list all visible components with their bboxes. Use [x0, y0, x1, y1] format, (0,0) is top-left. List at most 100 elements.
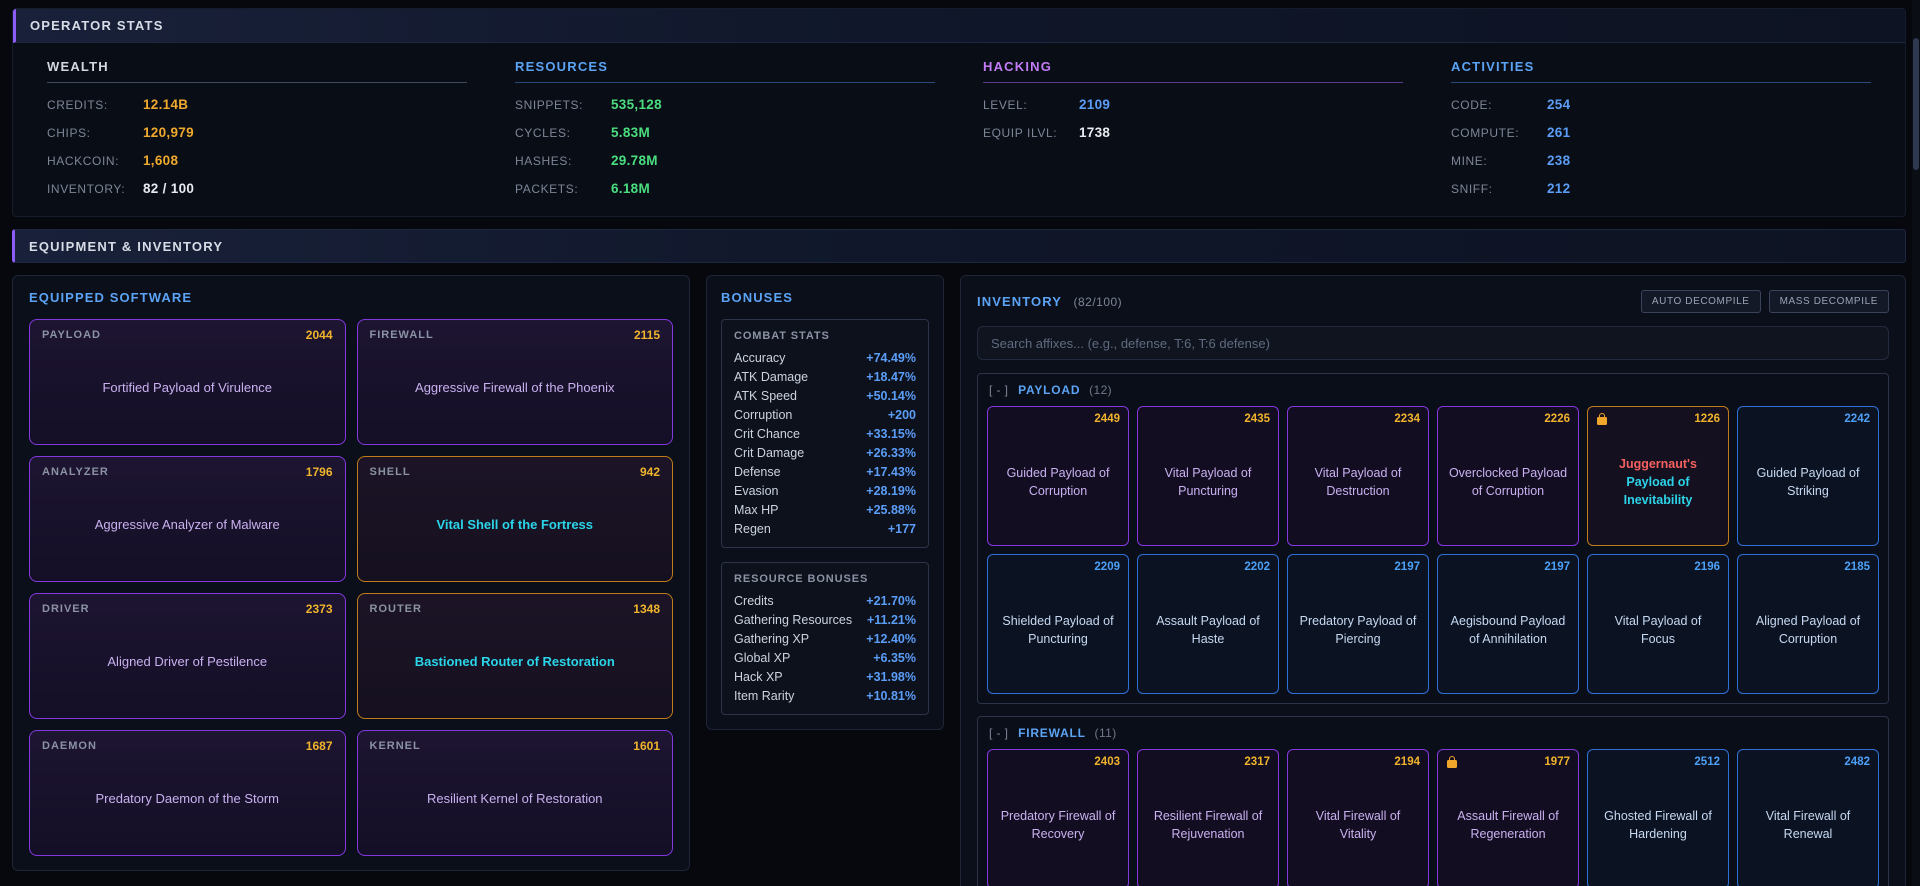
operator-stats-header: OPERATOR STATS	[13, 9, 1905, 43]
inventory-item-card[interactable]: 2185 Aligned Payload of Corruption	[1737, 554, 1879, 694]
bonus-label: Gathering XP	[734, 632, 809, 646]
stat-label: SNIPPETS:	[515, 98, 611, 112]
inventory-buttons: AUTO DECOMPILE MASS DECOMPILE	[1633, 290, 1889, 313]
equip-card-ilvl: 1687	[306, 739, 333, 753]
stat-row: CREDITS: 12.14B	[47, 97, 467, 112]
inventory-item-card[interactable]: 2317 Resilient Firewall of Rejuvenation	[1137, 749, 1279, 886]
bonus-label: Credits	[734, 594, 774, 608]
inventory-item-card[interactable]: 2197 Aegisbound Payload of Annihilation	[1437, 554, 1579, 694]
inventory-item-card[interactable]: 2197 Predatory Payload of Piercing	[1287, 554, 1429, 694]
stat-label: LEVEL:	[983, 98, 1079, 112]
bonus-value: +11.21%	[867, 613, 916, 627]
inv-card-ilvl: 2196	[1694, 561, 1720, 573]
inv-card-ilvl: 2202	[1244, 561, 1270, 573]
bonus-row: Evasion +28.19%	[734, 484, 916, 498]
equipped-card-analyzer[interactable]: ANALYZER 1796 Aggressive Analyzer of Mal…	[29, 456, 346, 582]
equip-slot-label: ANALYZER	[42, 466, 109, 478]
page-scrollbar-thumb[interactable]	[1913, 38, 1919, 170]
inventory-item-card[interactable]: 1977 Assault Firewall of Regeneration	[1437, 749, 1579, 886]
bonus-label: Evasion	[734, 484, 778, 498]
bonus-value: +31.98%	[866, 670, 916, 684]
stat-label: MINE:	[1451, 154, 1547, 168]
bonus-row: Item Rarity +10.81%	[734, 689, 916, 703]
stat-value: 1,608	[143, 153, 178, 168]
bonus-value: +177	[888, 522, 916, 536]
bonus-value: +18.47%	[866, 370, 916, 384]
stat-value: 6.18M	[611, 181, 650, 196]
stat-row: SNIPPETS: 535,128	[515, 97, 935, 112]
affix-search-input[interactable]	[977, 326, 1889, 360]
bonus-label: Defense	[734, 465, 781, 479]
inventory-item-card[interactable]: 2196 Vital Payload of Focus	[1587, 554, 1729, 694]
bonus-row: Regen +177	[734, 522, 916, 536]
bonus-row: Crit Chance +33.15%	[734, 427, 916, 441]
bonus-row: Credits +21.70%	[734, 594, 916, 608]
stat-value: 120,979	[143, 125, 194, 140]
inventory-item-card[interactable]: 2194 Vital Firewall of Vitality	[1287, 749, 1429, 886]
equipped-card-payload[interactable]: PAYLOAD 2044 Fortified Payload of Virule…	[29, 319, 346, 445]
equipped-card-router[interactable]: ROUTER 1348 Bastioned Router of Restorat…	[357, 593, 674, 719]
stat-rows: LEVEL: 2109 EQUIP ILVL: 1738	[983, 97, 1403, 140]
stat-rows: CODE: 254 COMPUTE: 261 MINE: 238 SNIFF: …	[1451, 97, 1871, 196]
inv-card-ilvl: 2482	[1844, 756, 1870, 768]
inv-card-ilvl: 2209	[1094, 561, 1120, 573]
group-collapse-toggle[interactable]: [ - ]	[989, 383, 1008, 397]
inventory-group-payload: [ - ] PAYLOAD (12) 2449 Guided Payload o…	[977, 373, 1889, 704]
stat-rows: CREDITS: 12.14B CHIPS: 120,979 HACKCOIN:…	[47, 97, 467, 196]
stat-row: HACKCOIN: 1,608	[47, 153, 467, 168]
group-collapse-toggle[interactable]: [ - ]	[989, 726, 1008, 740]
equipped-card-driver[interactable]: DRIVER 2373 Aligned Driver of Pestilence	[29, 593, 346, 719]
inv-card-ilvl: 1977	[1544, 756, 1570, 768]
mass-decompile-button[interactable]: MASS DECOMPILE	[1769, 290, 1889, 313]
equip-slot-label: DRIVER	[42, 603, 90, 615]
equipped-card-daemon[interactable]: DAEMON 1687 Predatory Daemon of the Stor…	[29, 730, 346, 856]
stat-row: CYCLES: 5.83M	[515, 125, 935, 140]
inventory-item-card[interactable]: 1226 Juggernaut'sPayload of Inevitabilit…	[1587, 406, 1729, 546]
inv-card-ilvl: 2512	[1694, 756, 1720, 768]
stat-label: SNIFF:	[1451, 182, 1547, 196]
inventory-item-card[interactable]: 2403 Predatory Firewall of Recovery	[987, 749, 1129, 886]
bonus-value: +28.19%	[866, 484, 916, 498]
inventory-item-card[interactable]: 2226 Overclocked Payload of Corruption	[1437, 406, 1579, 546]
group-grid: 2403 Predatory Firewall of Recovery 2317…	[987, 749, 1879, 886]
inv-card-ilvl: 2242	[1844, 413, 1870, 425]
inventory-groups: [ - ] PAYLOAD (12) 2449 Guided Payload o…	[977, 373, 1889, 886]
inventory-item-card[interactable]: 2449 Guided Payload of Corruption	[987, 406, 1129, 546]
bonus-label: Hack XP	[734, 670, 783, 684]
equipped-software-title: EQUIPPED SOFTWARE	[29, 290, 673, 305]
equipment-inventory-title: EQUIPMENT & INVENTORY	[29, 239, 223, 254]
equip-card-name: Aggressive Analyzer of Malware	[95, 516, 280, 535]
inventory-item-card[interactable]: 2234 Vital Payload of Destruction	[1287, 406, 1429, 546]
equip-slot-label: FIREWALL	[370, 329, 434, 341]
equip-card-name: Aggressive Firewall of the Phoenix	[415, 379, 614, 398]
bonus-row: Defense +17.43%	[734, 465, 916, 479]
equipped-card-kernel[interactable]: KERNEL 1601 Resilient Kernel of Restorat…	[357, 730, 674, 856]
inventory-item-card[interactable]: 2435 Vital Payload of Puncturing	[1137, 406, 1279, 546]
inv-card-ilvl: 1226	[1694, 413, 1720, 425]
stat-value: 2109	[1079, 97, 1110, 112]
inv-card-name: Predatory Payload of Piercing	[1297, 612, 1419, 648]
equip-slot-label: ROUTER	[370, 603, 422, 615]
equipped-card-shell[interactable]: SHELL 942 Vital Shell of the Fortress	[357, 456, 674, 582]
inv-card-name: Vital Firewall of Renewal	[1747, 807, 1869, 843]
auto-decompile-button[interactable]: AUTO DECOMPILE	[1641, 290, 1761, 313]
inventory-item-card[interactable]: 2242 Guided Payload of Striking	[1737, 406, 1879, 546]
equip-card-name: Aligned Driver of Pestilence	[107, 653, 267, 672]
stat-value: 254	[1547, 97, 1570, 112]
inventory-item-card[interactable]: 2209 Shielded Payload of Puncturing	[987, 554, 1129, 694]
bonus-boxes: COMBAT STATS Accuracy +74.49% ATK Damage…	[721, 319, 929, 715]
inv-card-name: Assault Firewall of Regeneration	[1447, 807, 1569, 843]
stat-rows: SNIPPETS: 535,128 CYCLES: 5.83M HASHES: …	[515, 97, 935, 196]
bonus-row: Crit Damage +26.33%	[734, 446, 916, 460]
bonus-value: +6.35%	[873, 651, 916, 665]
stat-label: CREDITS:	[47, 98, 143, 112]
inventory-item-card[interactable]: 2482 Vital Firewall of Renewal	[1737, 749, 1879, 886]
stat-value: 535,128	[611, 97, 662, 112]
stat-value: 29.78M	[611, 153, 658, 168]
page-scrollbar[interactable]	[1912, 0, 1920, 886]
equipped-card-firewall[interactable]: FIREWALL 2115 Aggressive Firewall of the…	[357, 319, 674, 445]
stat-row: HASHES: 29.78M	[515, 153, 935, 168]
stat-value: 5.83M	[611, 125, 650, 140]
inventory-item-card[interactable]: 2512 Ghosted Firewall of Hardening	[1587, 749, 1729, 886]
inventory-item-card[interactable]: 2202 Assault Payload of Haste	[1137, 554, 1279, 694]
